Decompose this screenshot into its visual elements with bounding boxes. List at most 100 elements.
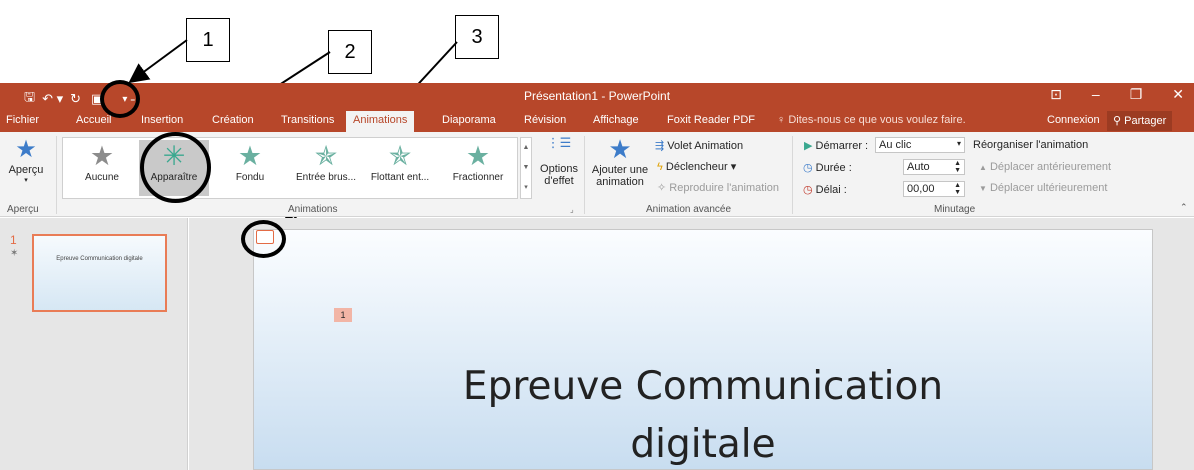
gallery-scrollbar[interactable]: ▲ ▼ ▾	[520, 137, 532, 199]
add-animation-button[interactable]: ★ Ajouter une animation	[589, 134, 651, 188]
star-teal-icon: ★	[465, 141, 491, 171]
duration-label: ◷ Durée :	[803, 161, 852, 174]
add-star-icon: ★	[608, 134, 632, 164]
effect-options-button[interactable]: ⋮☰ Options d'effet	[538, 135, 580, 188]
gallery-label: Entrée brus...	[295, 172, 357, 183]
chevron-down-icon: ▾	[24, 177, 28, 184]
tab-transitions[interactable]: Transitions	[281, 114, 334, 126]
spinner-icon[interactable]: ▲ ▼	[954, 160, 961, 174]
arrow-1	[128, 39, 188, 84]
trigger-button[interactable]: ϟ Déclencheur ▾	[657, 160, 736, 173]
tab-fichier[interactable]: Fichier	[6, 114, 39, 126]
move-earlier-button[interactable]: ▲ Déplacer antérieurement	[979, 161, 1111, 173]
gallery-item-aucune[interactable]: ★ Aucune	[67, 140, 137, 196]
delay-field[interactable]: 00,00 ▲ ▼	[903, 181, 965, 197]
gallery-item-fractionner[interactable]: ★ Fractionner	[443, 140, 513, 196]
tell-me-text: Dites-nous ce que vous voulez faire.	[788, 114, 966, 126]
thumbnail-text: Epreuve Communication digitale	[56, 256, 143, 262]
animation-pane-button[interactable]: ⇶ Volet Animation	[655, 139, 743, 152]
delay-label-text: Délai :	[815, 184, 847, 196]
move-later-button[interactable]: ▼ Déplacer ultérieurement	[979, 182, 1107, 194]
duration-value: Auto	[907, 161, 930, 173]
move-later-label: Déplacer ultérieurement	[989, 182, 1108, 194]
thumbnail-anim-star-icon: ✶	[10, 248, 19, 259]
tab-accueil[interactable]: Accueil	[76, 114, 111, 126]
highlight-circle-3	[241, 220, 286, 258]
delay-clock-icon: ◷	[803, 184, 813, 196]
preview-button[interactable]: ★ Aperçu ▾	[6, 136, 46, 184]
tab-creation[interactable]: Création	[212, 114, 254, 126]
window-controls: ⊡ – ❐ ✕	[1050, 86, 1184, 103]
animation-order-tag[interactable]: 1	[334, 308, 352, 322]
tab-foxit[interactable]: Foxit Reader PDF	[667, 114, 755, 126]
reorder-label: Réorganiser l'animation	[973, 139, 1089, 151]
slide-title-line-2: digitale	[630, 422, 776, 467]
spinner-icon[interactable]: ▲ ▼	[954, 182, 961, 196]
gallery-label: Flottant ent...	[370, 172, 430, 183]
share-button[interactable]: ⚲ Partager	[1107, 111, 1173, 131]
preview-label: Aperçu	[8, 164, 44, 176]
animation-painter-button[interactable]: ✧ Reproduire l'animation	[657, 181, 779, 194]
slide-title-line-1: Epreuve Communication	[462, 364, 944, 409]
gallery-label: Fondu	[235, 172, 265, 183]
lightbulb-icon: ♀	[777, 114, 786, 126]
ribbon-tabs: Fichier Accueil Insertion Création Trans…	[0, 110, 1194, 132]
star-teal-icon: ✯	[388, 141, 412, 171]
minimize-icon[interactable]: –	[1092, 86, 1100, 103]
slide-thumbnail[interactable]: Epreuve Communication digitale	[32, 234, 167, 312]
tell-me-search[interactable]: ♀ Dites-nous ce que vous voulez faire.	[777, 114, 966, 126]
triangle-down-icon: ▼	[979, 184, 987, 193]
gallery-label: Fractionner	[452, 172, 504, 183]
tab-insertion[interactable]: Insertion	[141, 114, 183, 126]
slide-title[interactable]: Epreuve Communication digitale	[253, 358, 1153, 470]
animation-gallery: ★ Aucune ✳ Apparaître ★ Fondu ✯ Entrée b…	[62, 137, 518, 199]
tab-revision[interactable]: Révision	[524, 114, 566, 126]
gallery-item-fondu[interactable]: ★ Fondu	[215, 140, 285, 196]
star-gray-icon: ★	[89, 141, 115, 171]
add-animation-label: Ajouter une	[591, 164, 649, 176]
ribbon-display-icon[interactable]: ⊡	[1050, 86, 1062, 103]
pane-icon: ⇶	[655, 140, 665, 152]
share-label: Partager	[1124, 115, 1167, 127]
separator	[56, 136, 57, 214]
effect-options-label: Options	[540, 163, 578, 175]
duration-field[interactable]: Auto ▲ ▼	[903, 159, 965, 175]
start-value: Au clic	[879, 139, 912, 151]
gallery-label: Aucune	[85, 172, 119, 183]
tab-animations[interactable]: Animations	[346, 111, 415, 132]
clock-icon: ◷	[803, 162, 813, 174]
start-label: ▶ Démarrer :	[804, 139, 868, 152]
effect-options-label-2: d'effet	[544, 175, 574, 187]
close-icon[interactable]: ✕	[1172, 86, 1184, 103]
play-icon: ▶	[804, 140, 813, 152]
tab-affichage[interactable]: Affichage	[593, 114, 639, 126]
gallery-item-entree-brusque[interactable]: ✯ Entrée brus...	[291, 140, 361, 196]
start-select[interactable]: Au clic ▾	[875, 137, 965, 153]
effect-list-icon: ⋮☰	[546, 135, 572, 150]
star-teal-icon: ★	[237, 141, 263, 171]
gallery-item-flottant-entrant[interactable]: ✯ Flottant ent...	[365, 140, 435, 196]
window-title: Présentation1 - PowerPoint	[523, 89, 671, 103]
tab-diaporama[interactable]: Diaporama	[442, 114, 496, 126]
painter-icon: ✧	[657, 182, 667, 194]
login-link[interactable]: Connexion	[1047, 114, 1100, 126]
move-earlier-label: Déplacer antérieurement	[989, 161, 1112, 173]
restore-icon[interactable]: ❐	[1130, 86, 1143, 103]
highlight-circle-1	[100, 80, 140, 118]
painter-label: Reproduire l'animation	[669, 182, 779, 194]
person-icon: ⚲	[1113, 115, 1122, 127]
group-label-timing: Minutage	[934, 204, 976, 215]
delay-value: 00,00	[907, 183, 935, 195]
collapse-ribbon-icon[interactable]: ⌃	[1180, 202, 1188, 213]
chevron-down-icon: ▾	[956, 139, 961, 148]
start-label-text: Démarrer :	[815, 140, 869, 152]
preview-star-icon: ★	[15, 136, 37, 163]
lightning-icon: ϟ	[657, 161, 663, 173]
group-label-preview: Aperçu	[7, 204, 39, 215]
duration-label-text: Durée :	[815, 162, 852, 174]
title-bar: 🖫 ↶ ▾ ↻ ▣ ▾ ₌ Présentation1 - PowerPoint…	[0, 83, 1194, 110]
dialog-launcher-icon[interactable]: ⌟	[570, 205, 574, 214]
star-teal-icon: ✯	[314, 141, 338, 171]
thumbnail-number: 1	[10, 233, 17, 247]
group-label-advanced: Animation avancée	[646, 204, 732, 215]
